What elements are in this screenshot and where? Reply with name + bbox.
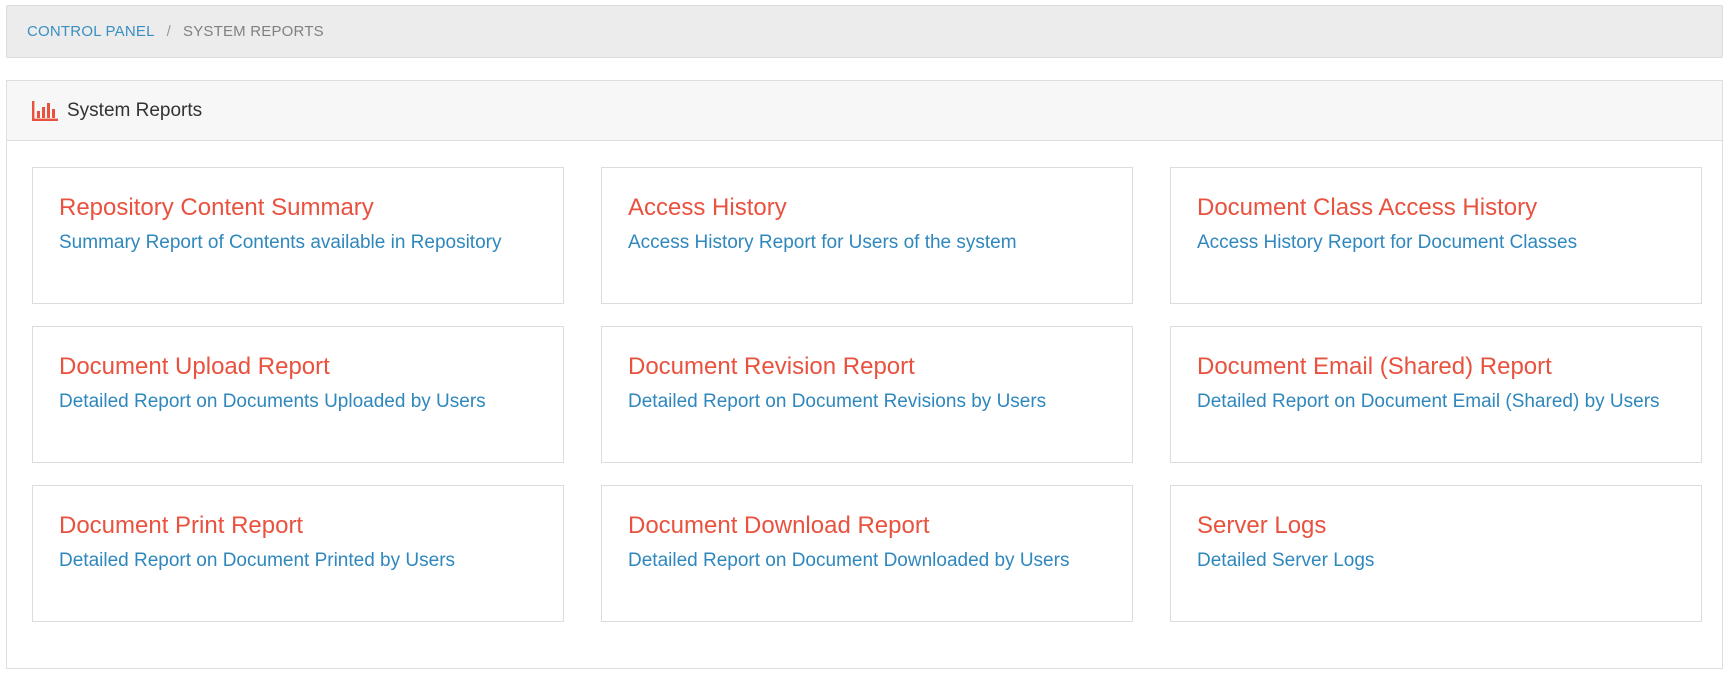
report-card-document-print[interactable]: Document Print Report Detailed Report on… <box>32 485 564 622</box>
report-description[interactable]: Detailed Server Logs <box>1197 549 1701 573</box>
report-description[interactable]: Detailed Report on Document Downloaded b… <box>628 549 1132 573</box>
report-description[interactable]: Detailed Report on Document Revisions by… <box>628 390 1132 414</box>
report-description[interactable]: Detailed Report on Document Printed by U… <box>59 549 563 573</box>
panel-header: System Reports <box>7 81 1722 141</box>
report-title[interactable]: Document Print Report <box>59 510 563 542</box>
report-description[interactable]: Summary Report of Contents available in … <box>59 231 563 255</box>
report-card-repository-content-summary[interactable]: Repository Content Summary Summary Repor… <box>32 167 564 304</box>
report-card-access-history[interactable]: Access History Access History Report for… <box>601 167 1133 304</box>
report-card-document-upload[interactable]: Document Upload Report Detailed Report o… <box>32 326 564 463</box>
report-title[interactable]: Document Revision Report <box>628 351 1132 383</box>
breadcrumb-separator: / <box>166 23 171 40</box>
report-title[interactable]: Document Upload Report <box>59 351 563 383</box>
report-description[interactable]: Access History Report for Users of the s… <box>628 231 1132 255</box>
report-description[interactable]: Detailed Report on Documents Uploaded by… <box>59 390 563 414</box>
bar-chart-icon <box>31 100 59 122</box>
breadcrumb-current-page: SYSTEM REPORTS <box>183 23 324 40</box>
system-reports-panel: System Reports Repository Content Summar… <box>6 80 1723 669</box>
breadcrumb-control-panel-link[interactable]: CONTROL PANEL <box>27 23 155 40</box>
report-title[interactable]: Repository Content Summary <box>59 192 563 224</box>
report-card-document-email-shared[interactable]: Document Email (Shared) Report Detailed … <box>1170 326 1702 463</box>
report-card-server-logs[interactable]: Server Logs Detailed Server Logs <box>1170 485 1702 622</box>
report-title[interactable]: Document Download Report <box>628 510 1132 542</box>
report-title[interactable]: Document Email (Shared) Report <box>1197 351 1701 383</box>
breadcrumb: CONTROL PANEL / SYSTEM REPORTS <box>6 5 1723 58</box>
panel-title: System Reports <box>67 99 203 121</box>
report-card-document-class-access-history[interactable]: Document Class Access History Access His… <box>1170 167 1702 304</box>
report-title[interactable]: Server Logs <box>1197 510 1701 542</box>
report-card-document-download[interactable]: Document Download Report Detailed Report… <box>601 485 1133 622</box>
report-card-document-revision[interactable]: Document Revision Report Detailed Report… <box>601 326 1133 463</box>
report-description[interactable]: Detailed Report on Document Email (Share… <box>1197 390 1701 414</box>
report-title[interactable]: Document Class Access History <box>1197 192 1701 224</box>
report-title[interactable]: Access History <box>628 192 1132 224</box>
report-description[interactable]: Access History Report for Document Class… <box>1197 231 1701 255</box>
